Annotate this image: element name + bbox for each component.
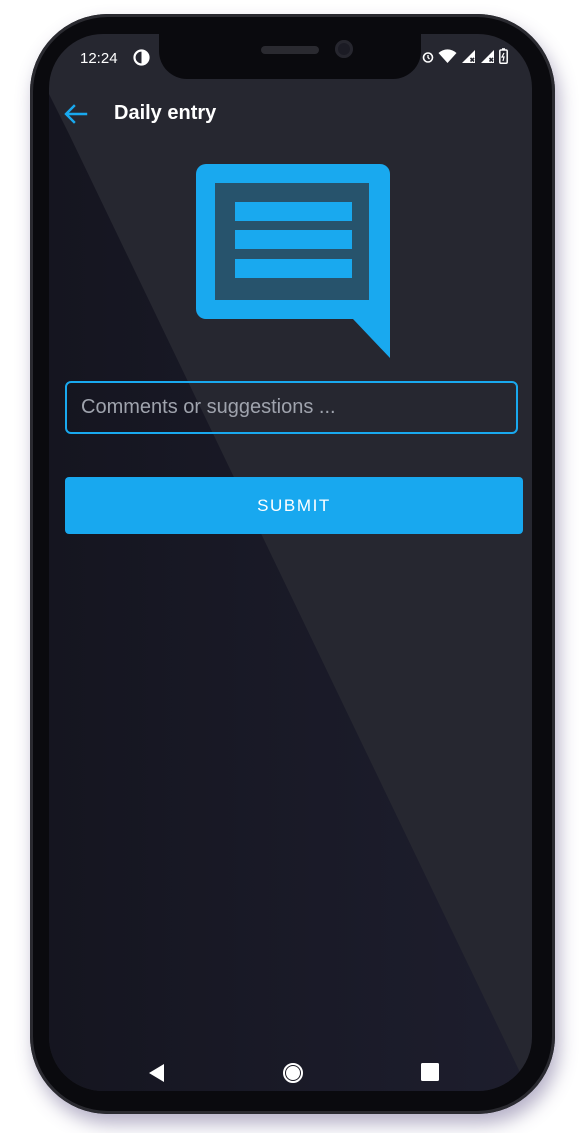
earpiece-speaker: [261, 46, 319, 54]
status-time: 12:24: [80, 50, 118, 67]
signal-icon: [462, 49, 475, 63]
wifi-icon: [438, 48, 457, 63]
triangle-back-icon[interactable]: [147, 1063, 167, 1083]
system-nav-bar: [49, 1047, 532, 1091]
signal-icon: [481, 49, 494, 63]
status-icons: [422, 48, 508, 64]
page-title: Daily entry: [114, 102, 217, 124]
square-recents-icon[interactable]: [421, 1063, 439, 1081]
battery-icon: [499, 48, 508, 64]
comments-input[interactable]: [65, 381, 518, 434]
submit-button[interactable]: SUBMIT: [65, 477, 523, 534]
app-screen: 12:24 Daily entry Comments or suggestion…: [49, 34, 532, 1091]
alarm-icon: [422, 51, 434, 63]
dnd-icon: [133, 49, 150, 66]
chat-bubble-lines-icon: [196, 164, 390, 358]
app-bar: Daily entry: [49, 92, 532, 136]
circle-home-icon[interactable]: [282, 1062, 304, 1084]
arrow-left-icon[interactable]: [62, 100, 90, 128]
front-camera: [335, 40, 353, 58]
notch: [159, 34, 421, 79]
